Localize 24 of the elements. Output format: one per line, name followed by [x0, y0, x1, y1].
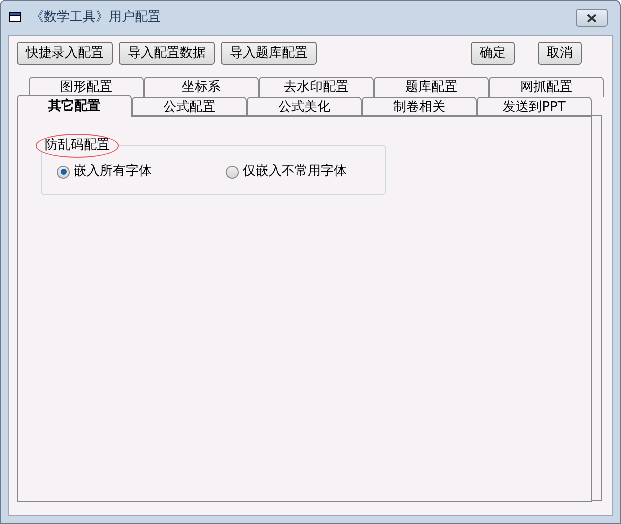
- tab[interactable]: 公式美化: [247, 97, 362, 117]
- close-button[interactable]: [576, 9, 608, 27]
- tab[interactable]: 坐标系: [144, 77, 259, 97]
- toolbar-button[interactable]: 导入题库配置: [221, 42, 317, 65]
- tab[interactable]: 发送到PPT: [477, 97, 592, 117]
- tab[interactable]: 题库配置: [374, 77, 489, 97]
- group-title: 防乱码配置: [36, 134, 119, 158]
- radio-button[interactable]: [226, 166, 239, 178]
- radio-option[interactable]: 嵌入所有字体: [57, 162, 152, 182]
- radio-option[interactable]: 仅嵌入不常用字体: [226, 162, 347, 182]
- toolbar-button[interactable]: 快捷录入配置: [17, 42, 113, 65]
- toolbar-button[interactable]: 导入配置数据: [119, 42, 215, 65]
- tab[interactable]: 其它配置: [17, 95, 132, 117]
- tab[interactable]: 制卷相关: [362, 97, 477, 117]
- tab[interactable]: 公式配置: [132, 97, 247, 117]
- tab[interactable]: 去水印配置: [259, 77, 374, 97]
- tab[interactable]: 网抓配置: [489, 77, 604, 97]
- dialog-button[interactable]: 确定: [471, 42, 515, 65]
- window-icon: [9, 12, 23, 24]
- dialog-button[interactable]: 取消: [538, 42, 582, 65]
- window-title: 《数学工具》用户配置: [31, 9, 161, 28]
- tab[interactable]: 图形配置: [29, 77, 144, 97]
- close-icon: [587, 14, 597, 22]
- radio-button[interactable]: [57, 166, 70, 178]
